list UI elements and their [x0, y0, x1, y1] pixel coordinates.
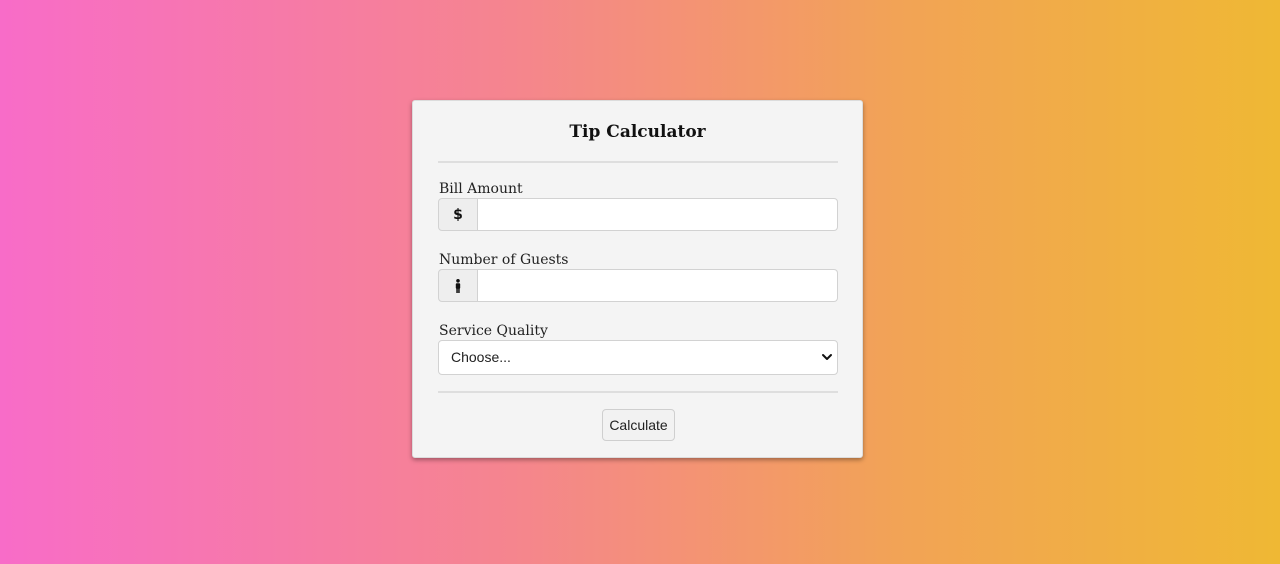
tip-calculator-card: Tip Calculator Bill Amount $ Number of G… [412, 100, 863, 458]
calculate-button[interactable]: Calculate [602, 409, 675, 441]
service-quality-label: Service Quality [439, 323, 548, 339]
dollar-icon: $ [438, 198, 478, 231]
guests-group [438, 269, 838, 302]
guests-label: Number of Guests [439, 252, 569, 268]
person-icon [438, 269, 478, 302]
bill-amount-group: $ [438, 198, 838, 231]
bottom-divider [438, 391, 838, 393]
chevron-down-icon [821, 351, 833, 363]
bill-amount-input[interactable] [478, 198, 838, 231]
top-divider [438, 161, 838, 163]
service-quality-select[interactable]: Choose... [438, 340, 838, 375]
guests-input[interactable] [478, 269, 838, 302]
service-quality-selected: Choose... [451, 349, 511, 365]
bill-amount-label: Bill Amount [439, 181, 523, 197]
card-title: Tip Calculator [569, 122, 706, 142]
